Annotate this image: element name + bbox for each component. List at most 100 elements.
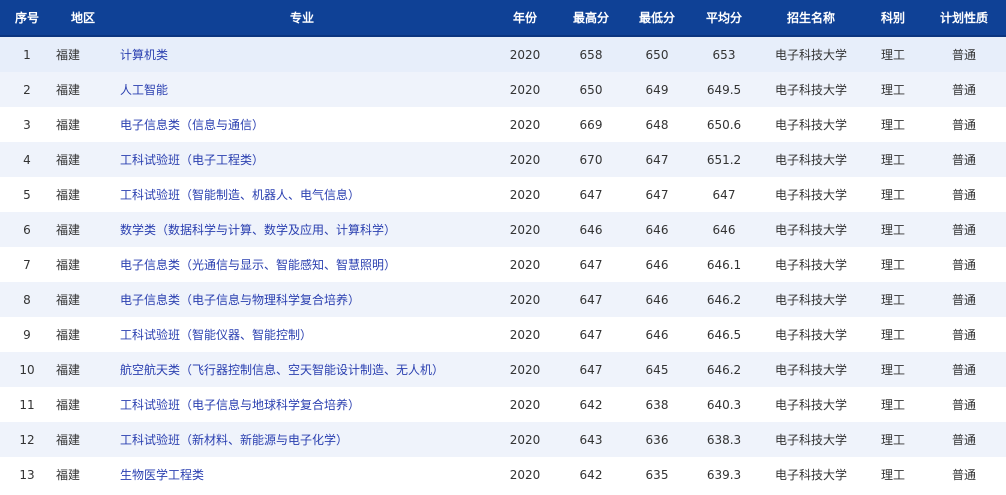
header-region: 地区 [54,0,112,37]
major-link[interactable]: 工科试验班（电子工程类） [120,153,264,167]
major-link[interactable]: 数学类（数据科学与计算、数学及应用、计算科学） [120,223,396,237]
min-score-cell: 649 [624,72,690,107]
plan-type-cell: 普通 [922,352,1006,387]
min-score-cell: 647 [624,142,690,177]
major-cell: 电子信息类（光通信与显示、智能感知、智慧照明） [112,247,492,282]
major-link[interactable]: 电子信息类（光通信与显示、智能感知、智慧照明） [120,258,396,272]
index-cell: 7 [0,247,54,282]
major-cell: 电子信息类（信息与通信） [112,107,492,142]
header-major: 专业 [112,0,492,37]
max-score-cell: 670 [558,142,624,177]
year-cell: 2020 [492,72,558,107]
plan-type-cell: 普通 [922,457,1006,492]
table-row: 12 福建 工科试验班（新材料、新能源与电子化学） 2020 643 636 638.3 电子… [0,422,1006,457]
min-score-cell: 648 [624,107,690,142]
major-cell: 工科试验班（新材料、新能源与电子化学） [112,422,492,457]
max-score-cell: 647 [558,247,624,282]
max-score-cell: 643 [558,422,624,457]
header-year: 年份 [492,0,558,37]
table-row: 11 福建 工科试验班（电子信息与地球科学复合培养） 2020 642 638 640.3 电… [0,387,1006,422]
major-cell: 工科试验班（智能仪器、智能控制） [112,317,492,352]
major-link[interactable]: 电子信息类（信息与通信） [120,118,264,132]
avg-score-cell: 649.5 [690,72,758,107]
major-cell: 电子信息类（电子信息与物理科学复合培养） [112,282,492,317]
major-link[interactable]: 工科试验班（电子信息与地球科学复合培养） [120,398,360,412]
major-link[interactable]: 航空航天类（飞行器控制信息、空天智能设计制造、无人机） [120,363,444,377]
major-cell: 计算机类 [112,36,492,72]
avg-score-cell: 638.3 [690,422,758,457]
max-score-cell: 647 [558,352,624,387]
index-cell: 10 [0,352,54,387]
plan-type-cell: 普通 [922,72,1006,107]
table-row: 7 福建 电子信息类（光通信与显示、智能感知、智慧照明） 2020 647 646 646.… [0,247,1006,282]
plan-type-cell: 普通 [922,142,1006,177]
min-score-cell: 646 [624,317,690,352]
index-cell: 3 [0,107,54,142]
major-cell: 工科试验班（智能制造、机器人、电气信息） [112,177,492,212]
school-name-cell: 电子科技大学 [758,72,864,107]
avg-score-cell: 646.1 [690,247,758,282]
school-name-cell: 电子科技大学 [758,107,864,142]
major-cell: 航空航天类（飞行器控制信息、空天智能设计制造、无人机） [112,352,492,387]
header-school-name: 招生名称 [758,0,864,37]
header-avg-score: 平均分 [690,0,758,37]
max-score-cell: 647 [558,282,624,317]
school-name-cell: 电子科技大学 [758,36,864,72]
table-body: 1 福建 计算机类 2020 658 650 653 电子科技大学 理工 普通 2 福建 人工智能 202… [0,36,1006,492]
min-score-cell: 635 [624,457,690,492]
table-header: 序号 地区 专业 年份 最高分 最低分 平均分 招生名称 科别 计划性质 [0,0,1006,37]
major-cell: 生物医学工程类 [112,457,492,492]
category-cell: 理工 [864,387,922,422]
region-cell: 福建 [54,142,112,177]
index-cell: 8 [0,282,54,317]
year-cell: 2020 [492,142,558,177]
avg-score-cell: 640.3 [690,387,758,422]
avg-score-cell: 639.3 [690,457,758,492]
category-cell: 理工 [864,317,922,352]
index-cell: 1 [0,36,54,72]
major-cell: 工科试验班（电子工程类） [112,142,492,177]
year-cell: 2020 [492,36,558,72]
plan-type-cell: 普通 [922,247,1006,282]
school-name-cell: 电子科技大学 [758,457,864,492]
region-cell: 福建 [54,422,112,457]
avg-score-cell: 651.2 [690,142,758,177]
category-cell: 理工 [864,212,922,247]
school-name-cell: 电子科技大学 [758,212,864,247]
min-score-cell: 647 [624,177,690,212]
major-link[interactable]: 计算机类 [120,48,168,62]
table-row: 4 福建 工科试验班（电子工程类） 2020 670 647 651.2 电子科技大学 理工 普通 [0,142,1006,177]
min-score-cell: 636 [624,422,690,457]
header-category: 科别 [864,0,922,37]
major-link[interactable]: 工科试验班（智能仪器、智能控制） [120,328,312,342]
school-name-cell: 电子科技大学 [758,317,864,352]
major-link[interactable]: 工科试验班（智能制造、机器人、电气信息） [120,188,360,202]
avg-score-cell: 647 [690,177,758,212]
region-cell: 福建 [54,387,112,422]
avg-score-cell: 646.5 [690,317,758,352]
major-link[interactable]: 电子信息类（电子信息与物理科学复合培养） [120,293,360,307]
avg-score-cell: 646.2 [690,352,758,387]
header-min-score: 最低分 [624,0,690,37]
year-cell: 2020 [492,317,558,352]
school-name-cell: 电子科技大学 [758,142,864,177]
table-row: 10 福建 航空航天类（飞行器控制信息、空天智能设计制造、无人机） 2020 647 64… [0,352,1006,387]
school-name-cell: 电子科技大学 [758,387,864,422]
category-cell: 理工 [864,72,922,107]
index-cell: 13 [0,457,54,492]
max-score-cell: 669 [558,107,624,142]
region-cell: 福建 [54,317,112,352]
year-cell: 2020 [492,422,558,457]
year-cell: 2020 [492,177,558,212]
plan-type-cell: 普通 [922,282,1006,317]
max-score-cell: 646 [558,212,624,247]
school-name-cell: 电子科技大学 [758,177,864,212]
major-link[interactable]: 人工智能 [120,83,168,97]
major-link[interactable]: 生物医学工程类 [120,468,204,482]
category-cell: 理工 [864,142,922,177]
table-row: 5 福建 工科试验班（智能制造、机器人、电气信息） 2020 647 647 647 电子科技… [0,177,1006,212]
max-score-cell: 642 [558,387,624,422]
major-link[interactable]: 工科试验班（新材料、新能源与电子化学） [120,433,348,447]
plan-type-cell: 普通 [922,422,1006,457]
admission-scores-table: 序号 地区 专业 年份 最高分 最低分 平均分 招生名称 科别 计划性质 1 福建 计算机类 2020 6… [0,0,1006,492]
